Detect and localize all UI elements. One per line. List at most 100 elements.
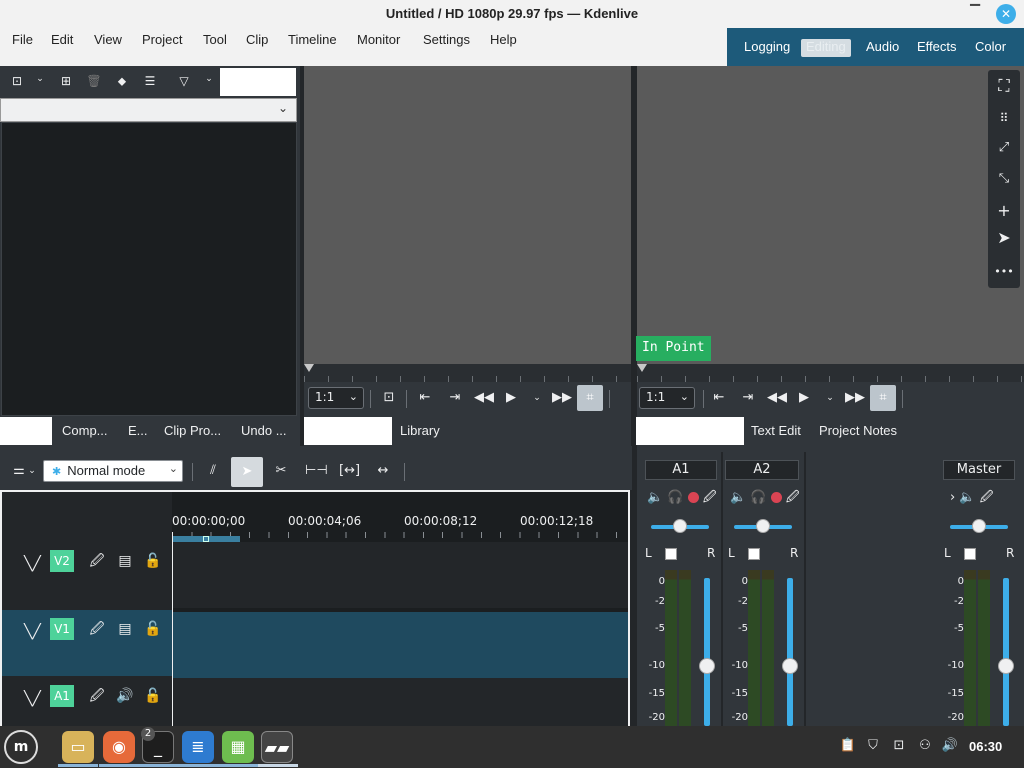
tab-project-notes[interactable]: Project Notes — [819, 423, 897, 438]
timeline-ruler[interactable]: 00:00:00;00 00:00:04;06 00:00:08;12 00:0… — [172, 492, 628, 542]
shield-icon[interactable]: ⛉ — [864, 738, 882, 756]
menu-edit[interactable]: Edit — [51, 32, 73, 47]
chevron-down-icon[interactable]: ⌄ — [27, 466, 37, 484]
update-icon[interactable]: ⊡ — [890, 738, 908, 756]
menu-clip[interactable]: Clip — [246, 32, 268, 47]
volume-fader[interactable] — [1003, 578, 1009, 726]
bin-search-input[interactable] — [220, 68, 296, 96]
add-guide-icon[interactable]: + — [994, 201, 1014, 221]
project-zoom-select[interactable]: 1:1 ⌄ — [639, 387, 695, 409]
project-monitor-ruler[interactable] — [637, 364, 1024, 382]
zoom-out-icon[interactable]: ⤡ — [994, 169, 1014, 189]
ripple-tool-icon[interactable]: [↔] — [339, 463, 360, 481]
effects-icon[interactable]: 🖉 — [88, 620, 106, 638]
bin-folder-select[interactable]: ⌄ — [0, 98, 297, 122]
headphones-icon[interactable]: 🎧 — [750, 490, 766, 505]
fast-forward-icon[interactable]: ▶▶ — [845, 389, 865, 407]
menu-settings[interactable]: Settings — [423, 32, 470, 47]
workspace-editing[interactable]: Editing — [801, 39, 851, 57]
tab-clip-properties[interactable]: Clip Pro... — [164, 423, 221, 438]
filter-icon[interactable]: ▽ — [176, 74, 192, 90]
volume-slider[interactable] — [651, 519, 709, 533]
zoom-in-icon[interactable]: ⤢ — [994, 138, 1014, 158]
record-icon[interactable] — [770, 492, 782, 503]
slider-knob[interactable] — [673, 519, 687, 533]
fader-knob[interactable] — [998, 658, 1014, 674]
track-name[interactable]: V2 — [50, 550, 74, 572]
track-settings-icon[interactable]: ⚌ — [9, 463, 29, 481]
clipboard-icon[interactable]: 📋 — [839, 738, 857, 756]
zone-icon[interactable]: ⌗ — [870, 385, 896, 411]
fader-knob[interactable] — [782, 658, 798, 674]
film-icon[interactable]: ▤ — [116, 620, 134, 638]
bin-clip-list[interactable] — [1, 122, 297, 416]
razor-all-icon[interactable]: ⫽ — [203, 463, 223, 481]
track-v1-body[interactable] — [172, 612, 628, 678]
tab-project-bin[interactable] — [0, 417, 52, 445]
tab-library[interactable]: Library — [400, 423, 440, 438]
set-in-icon[interactable]: ⇤ — [710, 389, 728, 407]
lock-icon[interactable]: 🔓 — [144, 620, 162, 638]
add-clip-icon[interactable]: ⊡ — [9, 74, 25, 90]
grid-icon[interactable]: ⠿ — [994, 108, 1014, 128]
volume-slider[interactable] — [734, 519, 792, 533]
set-in-icon[interactable]: ⇤ — [416, 389, 434, 407]
close-icon[interactable]: ✕ — [996, 4, 1016, 24]
balance-control[interactable] — [964, 548, 976, 560]
balance-control[interactable] — [665, 548, 677, 560]
play-options-icon[interactable]: ⌄ — [821, 389, 839, 407]
effects-icon[interactable]: 🖉 — [88, 687, 106, 705]
effects-icon[interactable]: 🖉 — [703, 490, 717, 505]
workspace-effects[interactable]: Effects — [912, 39, 962, 57]
menu-file[interactable]: File — [12, 32, 33, 47]
clock[interactable]: 06:30 — [969, 739, 1002, 754]
record-icon[interactable] — [687, 492, 699, 503]
view-menu-icon[interactable]: ☰ — [142, 74, 158, 90]
volume-icon[interactable]: 🔊 — [941, 738, 959, 756]
tab-project-monitor[interactable] — [636, 417, 744, 445]
menu-timeline[interactable]: Timeline — [288, 32, 337, 47]
collapse-icon[interactable]: ╲╱ — [24, 691, 41, 707]
menu-tool[interactable]: Tool — [203, 32, 227, 47]
set-out-icon[interactable]: ⇥ — [446, 389, 464, 407]
delete-icon[interactable]: 🗑 — [86, 74, 102, 90]
volume-slider[interactable] — [950, 519, 1008, 533]
fader-knob[interactable] — [699, 658, 715, 674]
tab-text-edit[interactable]: Text Edit — [751, 423, 801, 438]
track-v2-body[interactable] — [172, 542, 628, 608]
fit-frame-icon[interactable]: ⛶ — [994, 76, 1014, 96]
spacer-tool-icon[interactable]: ⊢⊣ — [305, 463, 328, 481]
effects-icon[interactable]: 🖉 — [980, 490, 994, 505]
volume-fader[interactable] — [787, 578, 793, 726]
effects-icon[interactable]: 🖉 — [88, 552, 106, 570]
network-icon[interactable]: ⚇ — [916, 738, 934, 756]
play-options-icon[interactable]: ⌄ — [528, 389, 546, 407]
volume-fader[interactable] — [704, 578, 710, 726]
speaker-icon[interactable]: 🔊 — [116, 687, 134, 705]
headphones-icon[interactable]: 🎧 — [667, 490, 683, 505]
timeline-cursor[interactable] — [172, 532, 173, 732]
pointer-icon[interactable]: ➤ — [994, 228, 1014, 248]
chevron-down-icon[interactable]: ⌄ — [32, 74, 48, 90]
tab-effects[interactable]: E... — [128, 423, 148, 438]
fullscreen-icon[interactable]: ⊡ — [380, 389, 398, 407]
lock-icon[interactable]: 🔓 — [144, 552, 162, 570]
selection-tool-icon[interactable]: ➤ — [231, 457, 263, 487]
play-icon[interactable]: ▶ — [502, 389, 520, 407]
mute-icon[interactable]: 🔈 — [959, 490, 975, 505]
menu-help[interactable]: Help — [490, 32, 517, 47]
menu-logo-icon[interactable]: m — [4, 730, 38, 764]
tab-clip-monitor[interactable] — [304, 417, 392, 445]
collapse-icon[interactable]: ╲╱ — [24, 624, 41, 640]
effects-icon[interactable]: 🖉 — [786, 490, 800, 505]
project-monitor-screen[interactable] — [637, 66, 1024, 364]
mute-icon[interactable]: 🔈 — [647, 490, 663, 505]
text-editor-icon[interactable]: ≣ — [182, 731, 214, 763]
set-out-icon[interactable]: ⇥ — [739, 389, 757, 407]
menu-view[interactable]: View — [94, 32, 122, 47]
kdenlive-icon[interactable]: ▰▰ — [261, 731, 293, 763]
clip-monitor-screen[interactable] — [304, 66, 631, 364]
tag-icon[interactable]: ⬥ — [114, 74, 130, 90]
tab-undo-history[interactable]: Undo ... — [241, 423, 287, 438]
track-name[interactable]: V1 — [50, 618, 74, 640]
